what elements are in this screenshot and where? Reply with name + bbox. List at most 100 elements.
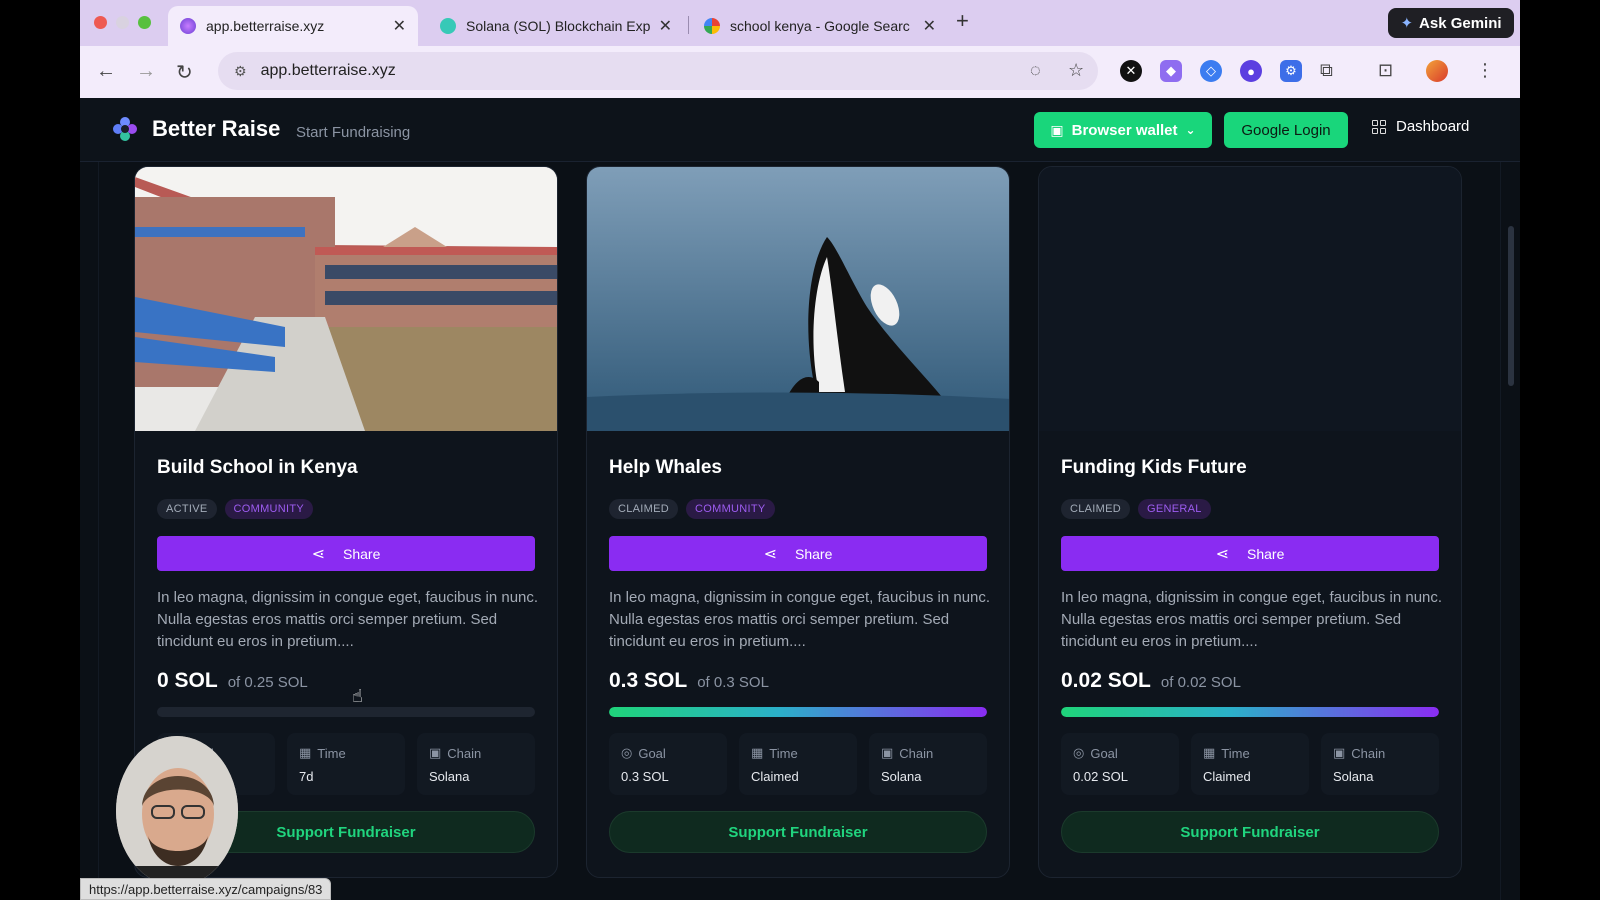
share-button[interactable]: ⋖ Share: [609, 536, 987, 571]
address-bar[interactable]: ⚙ app.betterraise.xyz: [218, 52, 1098, 90]
window-close-button[interactable]: [94, 16, 107, 29]
wallet-icon: ▣: [881, 745, 894, 760]
browser-tab[interactable]: Solana (SOL) Blockchain Exp ✕: [428, 6, 684, 46]
time-value: 7d: [299, 769, 314, 784]
better-raise-logo-icon[interactable]: [112, 116, 138, 142]
profile-avatar[interactable]: [1426, 60, 1448, 82]
chain-label: Chain: [447, 745, 482, 761]
share-button[interactable]: ⋖ Share: [1061, 536, 1439, 571]
tab-separator: [688, 16, 689, 34]
share-label: Share: [343, 545, 381, 562]
cast-icon[interactable]: ⊡: [1378, 60, 1393, 81]
extension-gear-icon[interactable]: ⚙: [1280, 60, 1302, 82]
share-icon: ⋖: [1215, 545, 1230, 563]
share-label: Share: [1247, 545, 1285, 562]
status-badge: ACTIVE: [157, 499, 217, 519]
forward-arrow-icon[interactable]: →: [136, 60, 156, 83]
goal-stat: ◎ Goal 0.3 SOL: [609, 733, 727, 795]
extension-feather-icon[interactable]: ◆: [1160, 60, 1182, 82]
browser-toolbar: ← → ↻ ⚙ app.betterraise.xyz ◌ ☆ ✕ ◆ ◇ ● …: [80, 46, 1520, 98]
campaign-title[interactable]: Help Whales: [609, 457, 722, 479]
goal-text: of 0.25 SOL: [227, 674, 308, 691]
chain-label: Chain: [899, 745, 934, 761]
window-maximize-button[interactable]: [138, 16, 151, 29]
ask-gemini-label: Ask Gemini: [1419, 14, 1502, 32]
calendar-icon: ▦: [751, 745, 764, 760]
browser-tab[interactable]: school kenya - Google Searc ✕: [692, 6, 948, 46]
solana-explorer-favicon-icon: [440, 18, 456, 34]
window-minimize-button[interactable]: [116, 16, 129, 29]
chain-stat: ▣ Chain Solana: [869, 733, 987, 795]
browser-wallet-label: Browser wallet: [1071, 121, 1178, 139]
extension-x-icon[interactable]: ✕: [1120, 60, 1142, 82]
dashboard-grid-icon: [1372, 119, 1386, 134]
campaign-stats: ◎ Goal 0.3 SOL ▦ Time Claimed ▣ Chain Solan…: [609, 733, 987, 795]
new-tab-button[interactable]: +: [956, 8, 969, 34]
eye-off-icon[interactable]: ◌: [1030, 60, 1041, 81]
campaign-card[interactable]: Help Whales CLAIMED COMMUNITY ⋖ Share In…: [586, 166, 1010, 878]
chain-stat: ▣ Chain Solana: [1321, 733, 1439, 795]
campaign-description: In leo magna, dignissim in congue eget, …: [157, 589, 539, 650]
wallet-icon: ▣: [1050, 121, 1064, 138]
link-status-bar: https://app.betterraise.xyz/campaigns/83: [80, 878, 332, 900]
close-tab-icon[interactable]: ✕: [659, 16, 672, 36]
support-fundraiser-button[interactable]: Support Fundraiser: [1061, 811, 1439, 853]
chain-value: Solana: [1333, 769, 1374, 784]
extension-phantom-icon[interactable]: ●: [1240, 60, 1262, 82]
browser-tab-strip: app.betterraise.xyz ✕ Solana (SOL) Block…: [80, 0, 1520, 46]
content-border: [98, 162, 99, 900]
raised-value: 0 SOL: [157, 669, 218, 692]
betterraise-favicon-icon: [180, 18, 196, 34]
bookmark-star-icon[interactable]: ☆: [1068, 60, 1084, 81]
support-fundraiser-button[interactable]: Support Fundraiser: [609, 811, 987, 853]
dashboard-label: Dashboard: [1396, 118, 1470, 135]
goal-label: Goal: [638, 745, 666, 761]
chevron-down-icon: ⌄: [1185, 123, 1196, 137]
funding-progress-bar: [157, 707, 535, 717]
back-arrow-icon[interactable]: ←: [96, 60, 116, 83]
goal-value: 0.02 SOL: [1073, 769, 1128, 784]
campaign-image: [587, 167, 1009, 431]
google-favicon-icon: [704, 18, 720, 34]
close-tab-icon[interactable]: ✕: [923, 16, 936, 36]
campaign-image: [135, 167, 557, 431]
status-badge: CLAIMED: [1061, 499, 1130, 519]
campaign-title[interactable]: Funding Kids Future: [1061, 457, 1247, 479]
progress-fill: [1061, 707, 1439, 717]
time-label: Time: [317, 745, 346, 761]
extension-diamond-icon[interactable]: ◇: [1200, 60, 1222, 82]
ask-gemini-button[interactable]: ✦ Ask Gemini: [1388, 8, 1514, 38]
raised-value: 0.3 SOL: [609, 669, 688, 692]
gemini-sparkle-icon: ✦: [1400, 15, 1414, 32]
campaign-title[interactable]: Build School in Kenya: [157, 457, 358, 479]
tab-title: school kenya - Google Searc: [730, 18, 910, 34]
status-badge: CLAIMED: [609, 499, 678, 519]
browser-wallet-button[interactable]: ▣ Browser wallet ⌄: [1034, 112, 1212, 148]
reload-icon[interactable]: ↻: [176, 60, 193, 85]
page-scrollbar[interactable]: [1508, 226, 1514, 386]
share-button[interactable]: ⋖ Share: [157, 536, 535, 571]
close-tab-icon[interactable]: ✕: [393, 16, 406, 36]
goal-text: of 0.3 SOL: [697, 674, 769, 691]
webcam-overlay: [116, 736, 238, 886]
browser-menu-icon[interactable]: ⋮: [1476, 60, 1494, 81]
wallet-icon: ▣: [429, 745, 442, 760]
time-value: Claimed: [751, 769, 799, 784]
browser-tab[interactable]: app.betterraise.xyz ✕: [168, 6, 418, 46]
tab-title: Solana (SOL) Blockchain Exp: [466, 18, 651, 34]
brand-name[interactable]: Better Raise: [152, 116, 280, 142]
dashboard-link[interactable]: Dashboard: [1372, 118, 1469, 135]
progress-fill: [609, 707, 987, 717]
app: Better Raise Start Fundraising ▣ Browser…: [80, 98, 1520, 900]
campaign-description: In leo magna, dignissim in congue eget, …: [609, 589, 991, 650]
campaign-card[interactable]: Funding Kids Future CLAIMED GENERAL ⋖ Sh…: [1038, 166, 1462, 878]
time-label: Time: [769, 745, 798, 761]
extensions-puzzle-icon[interactable]: ⧉: [1320, 60, 1333, 81]
goal-stat: ◎ Goal 0.02 SOL: [1061, 733, 1179, 795]
share-icon: ⋖: [763, 545, 778, 563]
chain-label: Chain: [1351, 745, 1386, 761]
start-fundraising-link[interactable]: Start Fundraising: [296, 124, 410, 141]
raised-amount: 0.3 SOL of 0.3 SOL: [609, 669, 769, 693]
site-info-icon[interactable]: ⚙: [234, 63, 247, 80]
google-login-button[interactable]: Google Login: [1224, 112, 1348, 148]
